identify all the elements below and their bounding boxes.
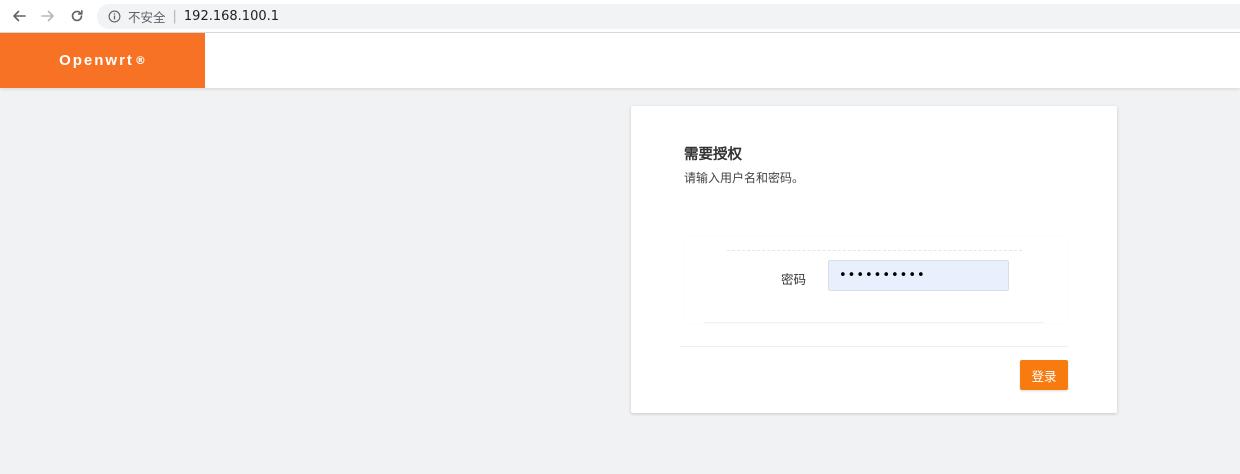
browser-toolbar: 不安全 | 192.168.100.1 bbox=[0, 0, 1240, 33]
password-label: 密码 bbox=[781, 272, 807, 287]
back-arrow-icon[interactable] bbox=[8, 5, 30, 27]
app-header: Openwrt ® bbox=[0, 33, 1240, 88]
brand-registered-mark: ® bbox=[134, 54, 146, 67]
forward-arrow-icon[interactable] bbox=[37, 5, 59, 27]
field-divider bbox=[727, 250, 1022, 251]
auth-description: 请输入用户名和密码。 bbox=[684, 171, 805, 185]
password-field[interactable] bbox=[828, 260, 1009, 291]
reload-icon[interactable] bbox=[66, 5, 88, 27]
login-fieldset: 密码 bbox=[684, 237, 1068, 323]
footer-divider bbox=[680, 346, 1068, 347]
fieldset-divider bbox=[704, 322, 1044, 323]
url-text[interactable]: 192.168.100.1 bbox=[184, 9, 279, 24]
brand-name: Openwrt bbox=[59, 52, 134, 69]
info-icon[interactable] bbox=[107, 10, 121, 24]
address-bar[interactable]: 不安全 | 192.168.100.1 bbox=[97, 4, 1240, 29]
login-button[interactable]: 登录 bbox=[1020, 360, 1068, 390]
security-status: 不安全 bbox=[128, 10, 166, 25]
address-separator: | bbox=[172, 9, 177, 24]
brand-logo[interactable]: Openwrt ® bbox=[0, 33, 205, 88]
auth-title: 需要授权 bbox=[684, 147, 742, 163]
login-card: 需要授权 请输入用户名和密码。 密码 登录 bbox=[631, 106, 1117, 413]
